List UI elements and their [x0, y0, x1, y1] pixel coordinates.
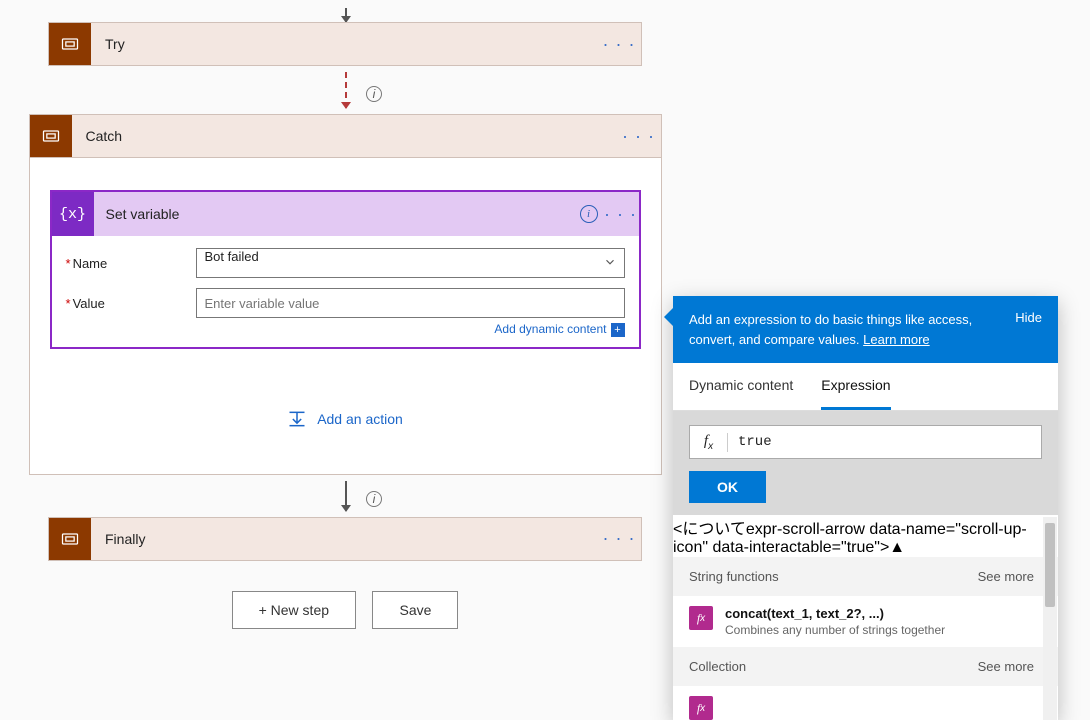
- scrollbar-thumb[interactable]: [1045, 523, 1055, 607]
- section-collection: Collection See more: [673, 647, 1058, 686]
- scope-icon: [30, 115, 72, 157]
- add-dynamic-content-link[interactable]: Add dynamic content: [494, 322, 606, 336]
- see-more-link[interactable]: See more: [978, 569, 1034, 584]
- scope-finally[interactable]: Finally · · ·: [48, 517, 642, 561]
- function-concat[interactable]: fx concat(text_1, text_2?, ...) Combines…: [673, 596, 1058, 647]
- ok-button[interactable]: OK: [689, 471, 766, 503]
- scrollbar[interactable]: [1043, 517, 1057, 720]
- hide-button[interactable]: Hide: [1015, 310, 1042, 325]
- fx-icon: fx: [689, 696, 713, 720]
- tab-expression[interactable]: Expression: [821, 363, 890, 410]
- action-info-icon[interactable]: i: [575, 205, 603, 223]
- label-value: *Value: [66, 296, 196, 311]
- variable-icon: {x}: [52, 192, 94, 236]
- scope-finally-label: Finally: [91, 518, 597, 560]
- label-name: *Name: [66, 256, 196, 271]
- scope-try-label: Try: [91, 23, 597, 65]
- scope-icon: [49, 518, 91, 560]
- scope-try-menu[interactable]: · · ·: [597, 23, 641, 65]
- runafter-info-icon[interactable]: i: [366, 491, 382, 507]
- plus-icon[interactable]: +: [611, 323, 625, 337]
- tab-dynamic-content[interactable]: Dynamic content: [689, 363, 793, 410]
- scope-try[interactable]: Try · · ·: [48, 22, 642, 66]
- function-item-partial[interactable]: fx: [673, 686, 1058, 720]
- new-step-button[interactable]: + New step: [232, 591, 356, 629]
- scope-catch-label: Catch: [72, 115, 617, 157]
- name-select[interactable]: Bot failed: [196, 248, 625, 278]
- expression-banner-text: Add an expression to do basic things lik…: [689, 310, 999, 349]
- scope-catch-body: {x} Set variable i · · · *Name Bot faile…: [29, 158, 662, 475]
- action-menu[interactable]: · · ·: [603, 204, 639, 225]
- add-action-button[interactable]: Add an action: [287, 409, 403, 429]
- value-input[interactable]: [196, 288, 625, 318]
- scope-catch[interactable]: Catch · · ·: [29, 114, 662, 158]
- runafter-info-icon[interactable]: i: [366, 86, 382, 102]
- scope-icon: [49, 23, 91, 65]
- save-button[interactable]: Save: [372, 591, 458, 629]
- learn-more-link[interactable]: Learn more: [863, 332, 929, 347]
- action-title[interactable]: Set variable: [94, 206, 575, 222]
- insert-step-icon: [287, 409, 307, 429]
- section-string-functions: String functions See more: [673, 557, 1058, 596]
- see-more-link[interactable]: See more: [978, 659, 1034, 674]
- expression-panel: Add an expression to do basic things lik…: [673, 296, 1058, 720]
- action-set-variable: {x} Set variable i · · · *Name Bot faile…: [50, 190, 641, 349]
- fx-icon: fx: [690, 433, 728, 452]
- expression-input[interactable]: [728, 434, 1041, 450]
- fx-icon: fx: [689, 606, 713, 630]
- scope-finally-menu[interactable]: · · ·: [597, 518, 641, 560]
- scope-catch-menu[interactable]: · · ·: [617, 115, 661, 157]
